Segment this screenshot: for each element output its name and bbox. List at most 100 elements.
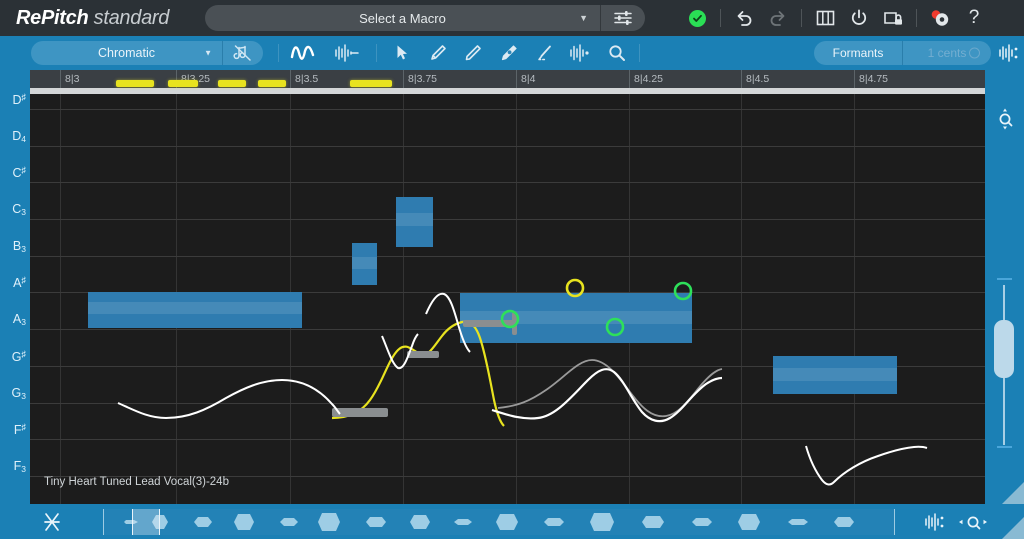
help-button[interactable]: ? <box>957 0 991 36</box>
horizontal-zoom-button[interactable] <box>955 509 991 535</box>
formant-shift-icon <box>998 43 1020 63</box>
divider <box>801 9 802 27</box>
settings-button[interactable] <box>923 0 957 36</box>
pitch-label-G3[interactable]: G3 <box>0 386 30 401</box>
redo-button[interactable] <box>761 0 795 36</box>
fit-to-window-button[interactable] <box>38 509 66 535</box>
formant-shift-bottom-button[interactable] <box>920 509 950 535</box>
macro-select[interactable]: Select a Macro ▼ <box>205 5 600 31</box>
tool-zoom-icon <box>607 43 627 63</box>
note-center-lane <box>773 368 897 381</box>
time-marker[interactable] <box>116 80 154 87</box>
pitch-curve-note-4 <box>492 369 722 421</box>
ruler-tick: 8|3 <box>60 70 79 88</box>
chevron-down-icon: ▼ <box>204 49 212 58</box>
redo-icon <box>768 8 788 28</box>
tool-line-icon <box>535 43 555 63</box>
formant-shift-button[interactable] <box>992 36 1024 70</box>
pitch-label-D4[interactable]: D4 <box>0 129 30 144</box>
horizontal-zoom-icon <box>957 512 989 532</box>
grid-hline <box>30 109 985 110</box>
note-A3-long[interactable] <box>88 292 302 328</box>
tool-pencil-button[interactable] <box>456 36 490 70</box>
note-A3-vibrato[interactable] <box>460 293 692 343</box>
resize-grip-icon[interactable] <box>1002 482 1024 504</box>
pitch-curve-view-button[interactable] <box>286 36 320 70</box>
marker-ribbon[interactable] <box>30 88 985 94</box>
undo-button[interactable] <box>727 0 761 36</box>
tool-pencil-icon <box>463 43 483 63</box>
pitch-label-Fsharp[interactable]: F♯ <box>0 422 30 437</box>
brand-primary: RePitch <box>16 7 88 29</box>
pitch-label-Gsharp[interactable]: G♯ <box>0 349 30 364</box>
window-resize-grip-icon[interactable] <box>1002 517 1024 539</box>
tool-pitch-pen-icon <box>428 43 448 63</box>
grid-hline <box>30 256 985 257</box>
cents-field[interactable]: 1 cents <box>903 41 991 65</box>
pitch-curve-note-2 <box>382 334 418 368</box>
vertical-zoom-slider-thumb[interactable] <box>994 320 1014 378</box>
grid-hline <box>30 219 985 220</box>
repitch-plugin-window: RePitch standard Select a Macro ▼ <box>0 0 1024 539</box>
ruler-tick: 8|4.75 <box>854 70 888 88</box>
keyboard-button[interactable] <box>808 0 842 36</box>
scale-select-label: Chromatic <box>98 46 155 60</box>
power-button[interactable] <box>842 0 876 36</box>
lock-icon <box>882 9 904 27</box>
cents-knob-icon <box>969 48 980 59</box>
formants-button[interactable]: Formants <box>814 41 902 65</box>
help-icon: ? <box>969 7 980 29</box>
scale-control-group: Chromatic ▼ <box>31 41 263 65</box>
piano-key-lane[interactable]: D♯ D4 C♯ C3 B3 A♯ A3 G♯ G3 F♯ F3 <box>0 70 30 504</box>
pitch-label-Asharp[interactable]: A♯ <box>0 275 30 290</box>
cents-value: 1 cents <box>928 46 967 60</box>
clip-name-label: Tiny Heart Tuned Lead Vocal(3)-24b <box>44 476 229 488</box>
tool-pitch-pen-button[interactable] <box>421 36 455 70</box>
time-marker[interactable] <box>258 80 286 87</box>
grid-hline <box>30 439 985 440</box>
tool-bar: Chromatic ▼ <box>0 36 1024 70</box>
vertical-zoom-button[interactable] <box>996 108 1014 135</box>
divider <box>278 44 279 62</box>
note-G3-tail[interactable] <box>773 356 897 394</box>
formants-control-group: Formants 1 cents <box>814 41 991 65</box>
snap-disable-button[interactable] <box>223 41 263 65</box>
pitch-label-A3[interactable]: A3 <box>0 312 30 327</box>
tool-split-button[interactable] <box>563 36 597 70</box>
tool-zoom-button[interactable] <box>600 36 634 70</box>
tool-select-arrow-icon <box>393 43 411 63</box>
lock-button[interactable] <box>876 0 910 36</box>
note-B3-short[interactable] <box>352 243 377 285</box>
tool-select-button[interactable] <box>385 36 419 70</box>
keyboard-icon <box>815 9 836 27</box>
pitch-label-C3[interactable]: C3 <box>0 202 30 217</box>
pitch-label-B3[interactable]: B3 <box>0 239 30 254</box>
note-grid[interactable]: Tiny Heart Tuned Lead Vocal(3)-24b <box>30 88 985 504</box>
tool-fountain-pen-button[interactable] <box>492 36 526 70</box>
chevron-down-icon: ▼ <box>579 13 588 23</box>
pitch-label-Dsharp[interactable]: D♯ <box>0 92 30 107</box>
time-marker[interactable] <box>168 80 198 87</box>
overview-waveform[interactable] <box>103 509 895 535</box>
pitch-label-F3[interactable]: F3 <box>0 459 30 474</box>
scale-select[interactable]: Chromatic ▼ <box>31 41 222 65</box>
tool-line-button[interactable] <box>528 36 562 70</box>
macro-sliders-button[interactable] <box>601 5 645 31</box>
ruler-tick: 8|4.25 <box>629 70 663 88</box>
status-indicator[interactable] <box>680 0 714 36</box>
time-marker[interactable] <box>350 80 392 87</box>
ruler-tick: 8|4 <box>516 70 535 88</box>
grid-vline <box>854 88 855 504</box>
check-circle-icon <box>689 10 706 27</box>
pitch-label-Csharp[interactable]: C♯ <box>0 165 30 180</box>
time-marker[interactable] <box>218 80 246 87</box>
sliders-icon <box>613 9 633 27</box>
playhead-handle[interactable] <box>132 509 160 535</box>
tool-fountain-pen-icon <box>499 43 519 63</box>
waveform-view-button[interactable] <box>330 36 364 70</box>
ruler-tick: 8|4.5 <box>741 70 769 88</box>
pitch-editor: D♯D4C♯C3B3A♯A3G♯G3F♯F3 8|38|3.258|3.58|3… <box>0 70 1024 504</box>
grid-hline <box>30 182 985 183</box>
note-C3-mid[interactable] <box>396 197 433 247</box>
divider <box>639 44 640 62</box>
